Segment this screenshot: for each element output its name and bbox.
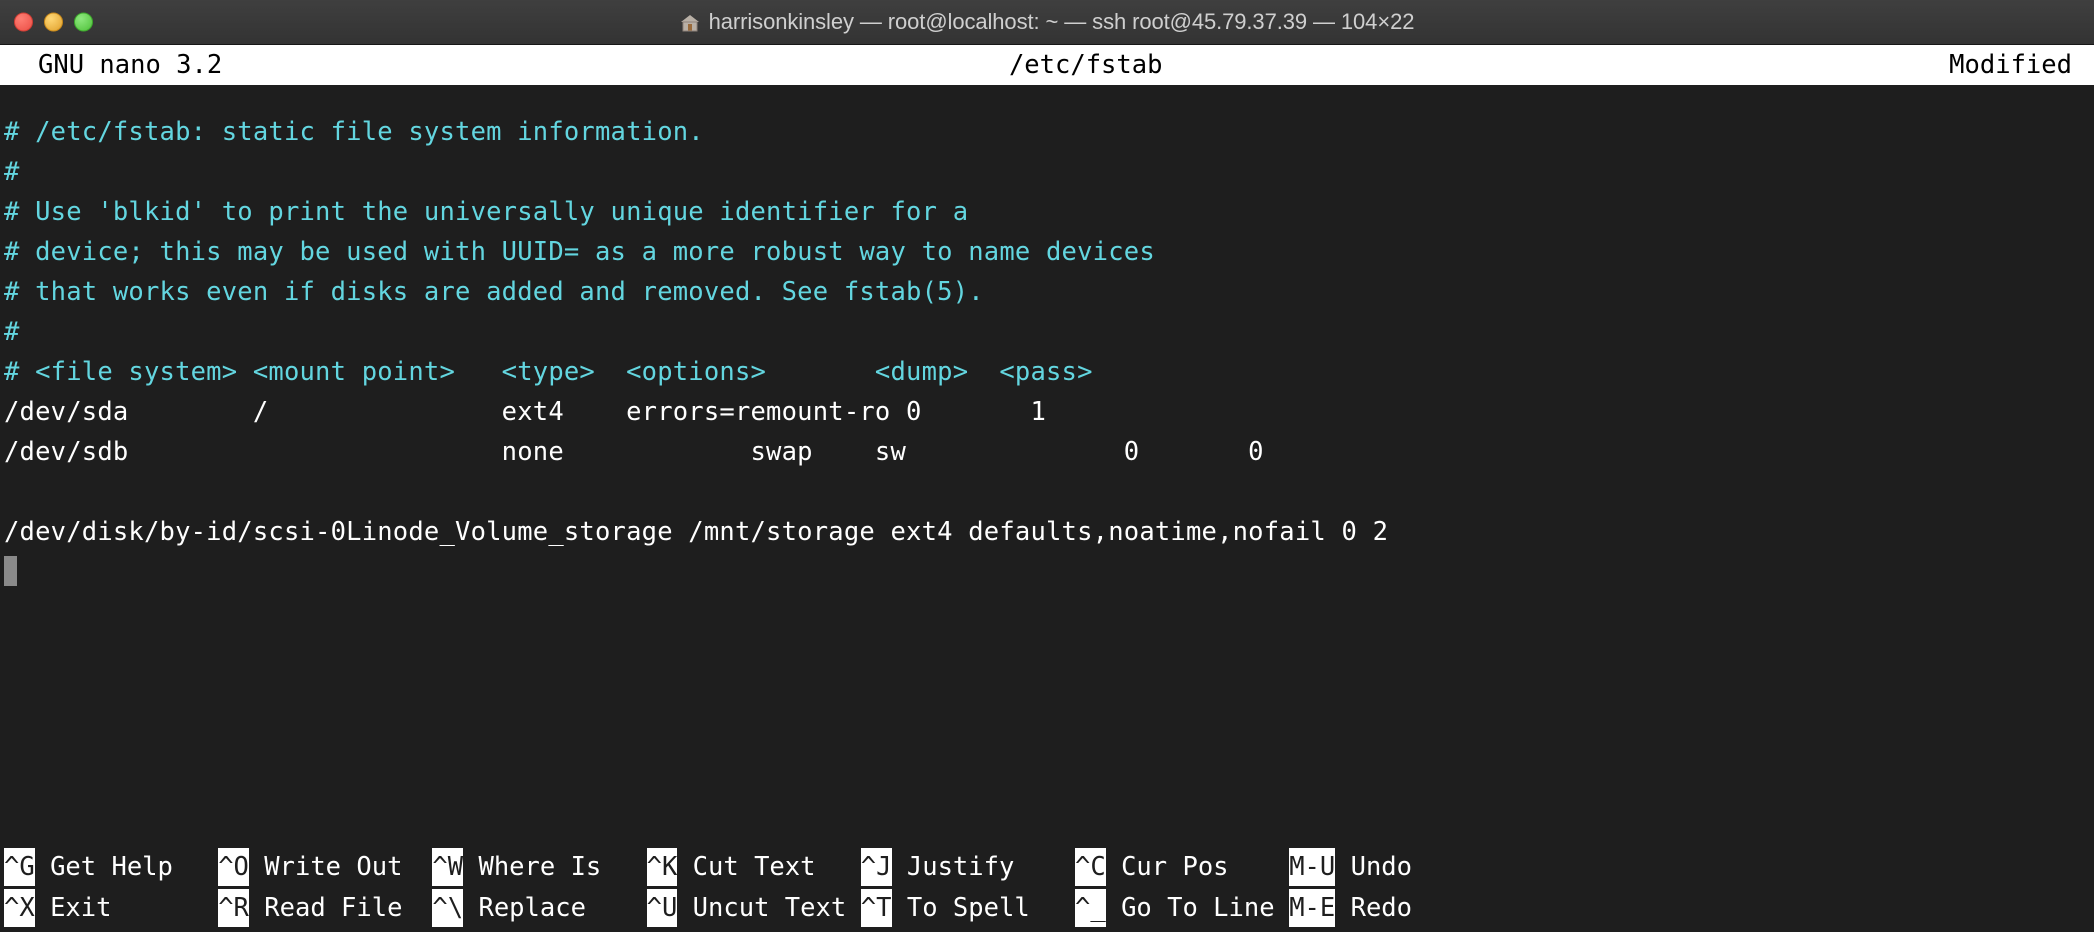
shortcut-label: Replace xyxy=(463,889,586,927)
editor-line: # <file system> <mount point> <type> <op… xyxy=(4,352,2094,392)
shortcut-undo[interactable]: M-U Undo xyxy=(1289,848,1412,886)
maximize-button[interactable] xyxy=(74,13,93,32)
shortcut-to-spell[interactable]: ^T To Spell xyxy=(861,889,1030,927)
shortcut-cut-text[interactable]: ^K Cut Text xyxy=(647,848,816,886)
window-titlebar[interactable]: harrisonkinsley — root@localhost: ~ — ss… xyxy=(0,0,2094,45)
minimize-button[interactable] xyxy=(44,13,63,32)
editor-line: # Use 'blkid' to print the universally u… xyxy=(4,192,2094,232)
nano-editor-area[interactable]: # /etc/fstab: static file system informa… xyxy=(0,85,2094,848)
window-controls xyxy=(14,13,93,32)
nano-shortcut-bar: ^G Get Help ^O Write Out ^W Where Is ^K Cut… xyxy=(0,848,2094,932)
shortcut-key: ^U xyxy=(647,889,678,927)
shortcut-label: Uncut Text xyxy=(677,889,846,927)
editor-line: /dev/sdb none swap sw 0 0 xyxy=(4,432,2094,472)
shortcut-exit[interactable]: ^X Exit xyxy=(4,889,111,927)
shortcut-get-help[interactable]: ^G Get Help xyxy=(4,848,173,886)
shortcut-label: Exit xyxy=(35,889,112,927)
shortcut-go-to-line[interactable]: ^_ Go To Line xyxy=(1075,889,1275,927)
shortcut-cur-pos[interactable]: ^C Cur Pos xyxy=(1075,848,1229,886)
shortcut-label: Cut Text xyxy=(677,848,815,886)
shortcut-key: ^O xyxy=(218,848,249,886)
shortcut-label: Redo xyxy=(1335,889,1412,927)
shortcut-key: ^\ xyxy=(432,889,463,927)
shortcut-key: ^K xyxy=(647,848,678,886)
shortcut-where-is[interactable]: ^W Where Is xyxy=(432,848,601,886)
shortcut-key: ^R xyxy=(218,889,249,927)
shortcut-key: ^_ xyxy=(1075,889,1106,927)
shortcut-key: ^G xyxy=(4,848,35,886)
shortcut-redo[interactable]: M-E Redo xyxy=(1289,889,1412,927)
editor-line: # /etc/fstab: static file system informa… xyxy=(4,112,2094,152)
shortcut-label: Read File xyxy=(249,889,403,927)
shortcut-key: ^J xyxy=(861,848,892,886)
shortcut-row: ^X Exit ^R Read File ^\ Replace ^U Uncut Te… xyxy=(0,889,2094,930)
editor-line: # xyxy=(4,312,2094,352)
editor-line: /dev/sda / ext4 errors=remount-ro 0 1 xyxy=(4,392,2094,432)
cursor-row xyxy=(4,552,2094,592)
shortcut-key: ^C xyxy=(1075,848,1106,886)
shortcut-key: ^X xyxy=(4,889,35,927)
home-icon xyxy=(680,13,700,33)
shortcut-label: Write Out xyxy=(249,848,403,886)
editor-line: # device; this may be used with UUID= as… xyxy=(4,232,2094,272)
shortcut-key: M-U xyxy=(1289,848,1335,886)
shortcut-label: Get Help xyxy=(35,848,173,886)
window-title-text: harrisonkinsley — root@localhost: ~ — ss… xyxy=(709,9,1415,35)
nano-filename: /etc/fstab xyxy=(222,45,1949,85)
shortcut-label: Cur Pos xyxy=(1106,848,1229,886)
shortcut-replace[interactable]: ^\ Replace xyxy=(432,889,586,927)
editor-line: # xyxy=(4,152,2094,192)
shortcut-key: M-E xyxy=(1289,889,1335,927)
text-cursor xyxy=(4,556,17,586)
editor-line: # that works even if disks are added and… xyxy=(4,272,2094,312)
shortcut-read-file[interactable]: ^R Read File xyxy=(218,889,402,927)
shortcut-label: Justify xyxy=(892,848,1015,886)
shortcut-write-out[interactable]: ^O Write Out xyxy=(218,848,402,886)
shortcut-uncut-text[interactable]: ^U Uncut Text xyxy=(647,889,847,927)
shortcut-key: ^T xyxy=(861,889,892,927)
shortcut-row: ^G Get Help ^O Write Out ^W Where Is ^K Cut… xyxy=(0,848,2094,889)
window-title-group: harrisonkinsley — root@localhost: ~ — ss… xyxy=(0,9,2094,35)
nano-header-bar: GNU nano 3.2 /etc/fstab Modified xyxy=(0,45,2094,85)
terminal-window: harrisonkinsley — root@localhost: ~ — ss… xyxy=(0,0,2094,932)
close-button[interactable] xyxy=(14,13,33,32)
nano-status: Modified xyxy=(1949,45,2090,85)
shortcut-key: ^W xyxy=(432,848,463,886)
terminal-content[interactable]: GNU nano 3.2 /etc/fstab Modified # /etc/… xyxy=(0,45,2094,932)
editor-line xyxy=(4,472,2094,512)
shortcut-label: Undo xyxy=(1335,848,1412,886)
shortcut-label: Go To Line xyxy=(1106,889,1275,927)
editor-line: /dev/disk/by-id/scsi-0Linode_Volume_stor… xyxy=(4,512,2094,552)
shortcut-justify[interactable]: ^J Justify xyxy=(861,848,1015,886)
shortcut-label: Where Is xyxy=(463,848,601,886)
shortcut-label: To Spell xyxy=(892,889,1030,927)
nano-version: GNU nano 3.2 xyxy=(4,45,222,85)
